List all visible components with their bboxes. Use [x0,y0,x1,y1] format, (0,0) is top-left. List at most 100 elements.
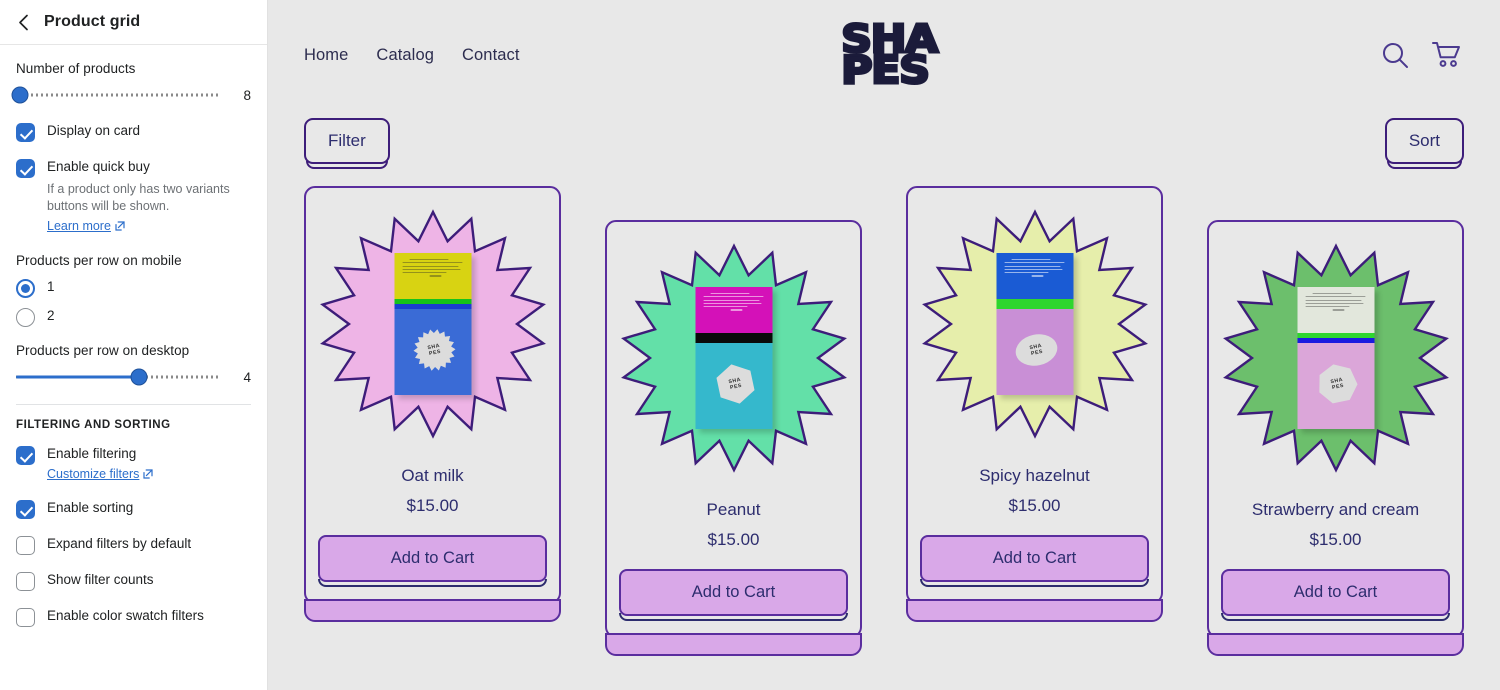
ppr-mobile-radio-group[interactable]: 1 2 [16,278,251,327]
sidebar-content: Number of products 8 Display on card Ena… [0,45,267,690]
show-filter-counts-row[interactable]: Show filter counts [16,571,251,591]
package-body: SHA PES [695,343,772,429]
expand-filters-label: Expand filters by default [47,536,192,551]
package-body: SHA PES [1297,343,1374,429]
slider-ticks [16,93,221,97]
header-actions [1380,40,1462,70]
nav-link-catalog[interactable]: Catalog [376,46,434,65]
product-package: SHA PES [1297,287,1374,429]
radio-1-label: 1 [47,279,55,294]
ppr-desktop-label: Products per row on desktop [16,343,190,358]
primary-nav: Home Catalog Contact [304,46,520,65]
product-card[interactable]: SHA PES Oat milk $15.00 Add to Cart [304,186,561,622]
add-to-cart-button[interactable]: Add to Cart [619,569,848,621]
filter-sort-toolbar: Filter Sort [268,118,1500,169]
filtering-section-heading: FILTERING AND SORTING [16,419,171,431]
slider-track[interactable] [11,86,221,104]
expand-filters-checkbox[interactable] [16,536,35,555]
add-to-cart-button[interactable]: Add to Cart [318,535,547,587]
enable-filtering-checkbox[interactable] [16,446,35,465]
product-grid: SHA PES Oat milk $15.00 Add to Cart SHA PES Pea… [268,164,1500,656]
page-title: Product grid [44,13,141,30]
learn-more-link[interactable]: Learn more [47,219,125,233]
enable-quick-buy-checkbox[interactable] [16,159,35,178]
package-label [394,253,471,299]
package-body: SHA PES [394,309,471,395]
enable-filtering-row[interactable]: Enable filtering Customize filters [16,445,251,483]
product-image[interactable]: SHA PES [318,200,547,448]
logo-line-2: PES [840,48,932,92]
product-card[interactable]: SHA PES Spicy hazelnut $15.00 Add to Cart [906,186,1163,622]
slider-track[interactable] [16,368,221,386]
chevron-left-icon[interactable] [14,13,32,31]
product-title: Spicy hazelnut [979,466,1090,485]
product-price: $15.00 [406,496,459,515]
slider-handle[interactable] [130,368,148,386]
product-card[interactable]: SHA PES Peanut $15.00 Add to Cart [605,220,862,656]
package-body: SHA PES [996,309,1073,395]
product-price: $15.00 [707,530,760,549]
external-link-icon [115,221,125,231]
radio-1[interactable] [16,279,35,298]
nav-link-contact[interactable]: Contact [462,46,520,65]
show-filter-counts-checkbox[interactable] [16,572,35,591]
product-package: SHA PES [996,253,1073,395]
color-swatch-filters-row[interactable]: Enable color swatch filters [16,607,251,627]
package-badge: SHA PES [709,358,761,410]
enable-quick-buy-help: If a product only has two variants butto… [47,182,230,213]
product-image[interactable]: SHA PES [1221,234,1450,482]
add-to-cart-button[interactable]: Add to Cart [920,535,1149,587]
package-badge: SHA PES [408,324,460,376]
enable-filtering-label: Enable filtering [47,446,137,461]
storefront-header: Home Catalog Contact SHA PES [268,0,1500,110]
package-label [996,253,1073,299]
divider [16,404,251,405]
shop-logo[interactable]: SHA PES [840,18,940,92]
ppr-mobile-option-1[interactable]: 1 [16,278,251,298]
product-image[interactable]: SHA PES [920,200,1149,448]
number-of-products-value: 8 [243,87,251,103]
ppr-desktop-value: 4 [243,369,251,385]
product-card[interactable]: SHA PES Strawberry and cream $15.00 Add to C… [1207,220,1464,656]
enable-sorting-checkbox[interactable] [16,500,35,519]
display-on-card-row[interactable]: Display on card [16,122,251,142]
filter-button[interactable]: Filter [304,118,390,169]
number-of-products-label: Number of products [16,61,136,76]
customize-filters-label: Customize filters [47,467,140,481]
package-badge: SHA PES [1010,324,1062,376]
enable-sorting-row[interactable]: Enable sorting [16,499,251,519]
radio-2[interactable] [16,308,35,327]
add-to-cart-button[interactable]: Add to Cart [1221,569,1450,621]
product-image[interactable]: SHA PES [619,234,848,482]
product-title: Peanut [706,500,761,519]
slider-handle[interactable] [11,86,29,104]
sidebar-header: Product grid [0,0,267,45]
product-price: $15.00 [1008,496,1061,515]
ppr-mobile-option-2[interactable]: 2 [16,307,251,327]
product-title: Strawberry and cream [1251,500,1420,519]
color-swatch-filters-checkbox[interactable] [16,608,35,627]
package-label [695,287,772,333]
display-on-card-checkbox[interactable] [16,123,35,142]
slider-fill [16,375,139,379]
search-icon[interactable] [1380,40,1410,70]
expand-filters-row[interactable]: Expand filters by default [16,535,251,555]
storefront-preview: Home Catalog Contact SHA PES Filter Sort… [268,0,1500,690]
number-of-products-slider[interactable]: 8 [11,86,251,104]
enable-quick-buy-row[interactable]: Enable quick buy If a product only has t… [16,158,251,235]
product-price: $15.00 [1309,530,1362,549]
product-package: SHA PES [394,253,471,395]
package-badge: SHA PES [1311,358,1363,410]
package-label [1297,287,1374,333]
product-title: Oat milk [401,466,464,485]
cart-icon[interactable] [1432,41,1462,69]
ppr-mobile-label: Products per row on mobile [16,253,182,268]
enable-sorting-label: Enable sorting [47,500,134,515]
nav-link-home[interactable]: Home [304,46,348,65]
sort-button[interactable]: Sort [1384,118,1464,169]
ppr-desktop-slider[interactable]: 4 [16,368,251,386]
product-package: SHA PES [695,287,772,429]
customize-filters-link[interactable]: Customize filters [47,467,153,481]
show-filter-counts-label: Show filter counts [47,572,154,587]
radio-2-label: 2 [47,308,55,323]
